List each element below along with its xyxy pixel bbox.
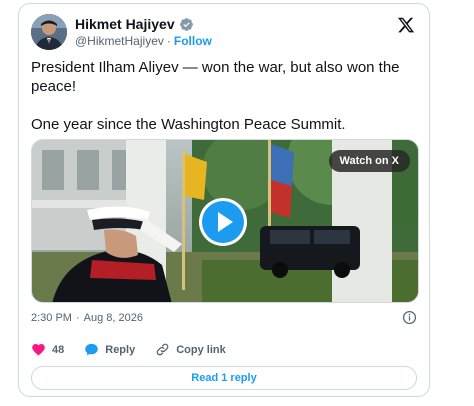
- verified-badge-icon: [179, 17, 193, 31]
- reply-label: Reply: [105, 343, 136, 356]
- watch-on-x-button[interactable]: Watch on X: [328, 150, 410, 172]
- avatar[interactable]: [31, 14, 67, 50]
- author-name[interactable]: Hikmet Hajiyev: [75, 16, 175, 32]
- tweet-date[interactable]: Aug 8, 2026: [84, 312, 143, 324]
- tweet-time[interactable]: 2:30 PM: [31, 312, 72, 324]
- meta-separator: ·: [75, 312, 80, 324]
- reply-bubble-icon: [85, 343, 98, 356]
- tweet-timestamp[interactable]: 2:30 PM · Aug 8, 2026: [31, 312, 143, 324]
- reply-button[interactable]: Reply: [84, 342, 135, 357]
- copy-link-button[interactable]: Copy link: [155, 342, 226, 357]
- heart-icon: [32, 344, 45, 356]
- like-count: 48: [52, 343, 65, 356]
- like-button[interactable]: 48: [31, 342, 64, 357]
- link-icon: [156, 343, 169, 356]
- copy-link-label: Copy link: [176, 343, 226, 356]
- follow-button[interactable]: Follow: [174, 34, 212, 48]
- handle-separator: ·: [166, 34, 171, 48]
- read-replies-button[interactable]: Read 1 reply: [31, 366, 417, 390]
- author-handle[interactable]: @HikmetHajiyev: [75, 34, 164, 48]
- tweet-line-2: One year since the Washington Peace Summ…: [31, 116, 346, 133]
- x-logo-icon[interactable]: [397, 16, 415, 34]
- play-icon[interactable]: [198, 197, 248, 247]
- tweet-card[interactable]: Hikmet Hajiyev @HikmetHajiyev · Follow P…: [18, 3, 430, 397]
- video-media[interactable]: Watch on X: [31, 139, 419, 303]
- tweet-line-1: President Ilham Aliyev — won the war, bu…: [31, 59, 400, 95]
- tweet-text: President Ilham Aliyev — won the war, bu…: [31, 58, 421, 134]
- info-icon[interactable]: [402, 310, 417, 325]
